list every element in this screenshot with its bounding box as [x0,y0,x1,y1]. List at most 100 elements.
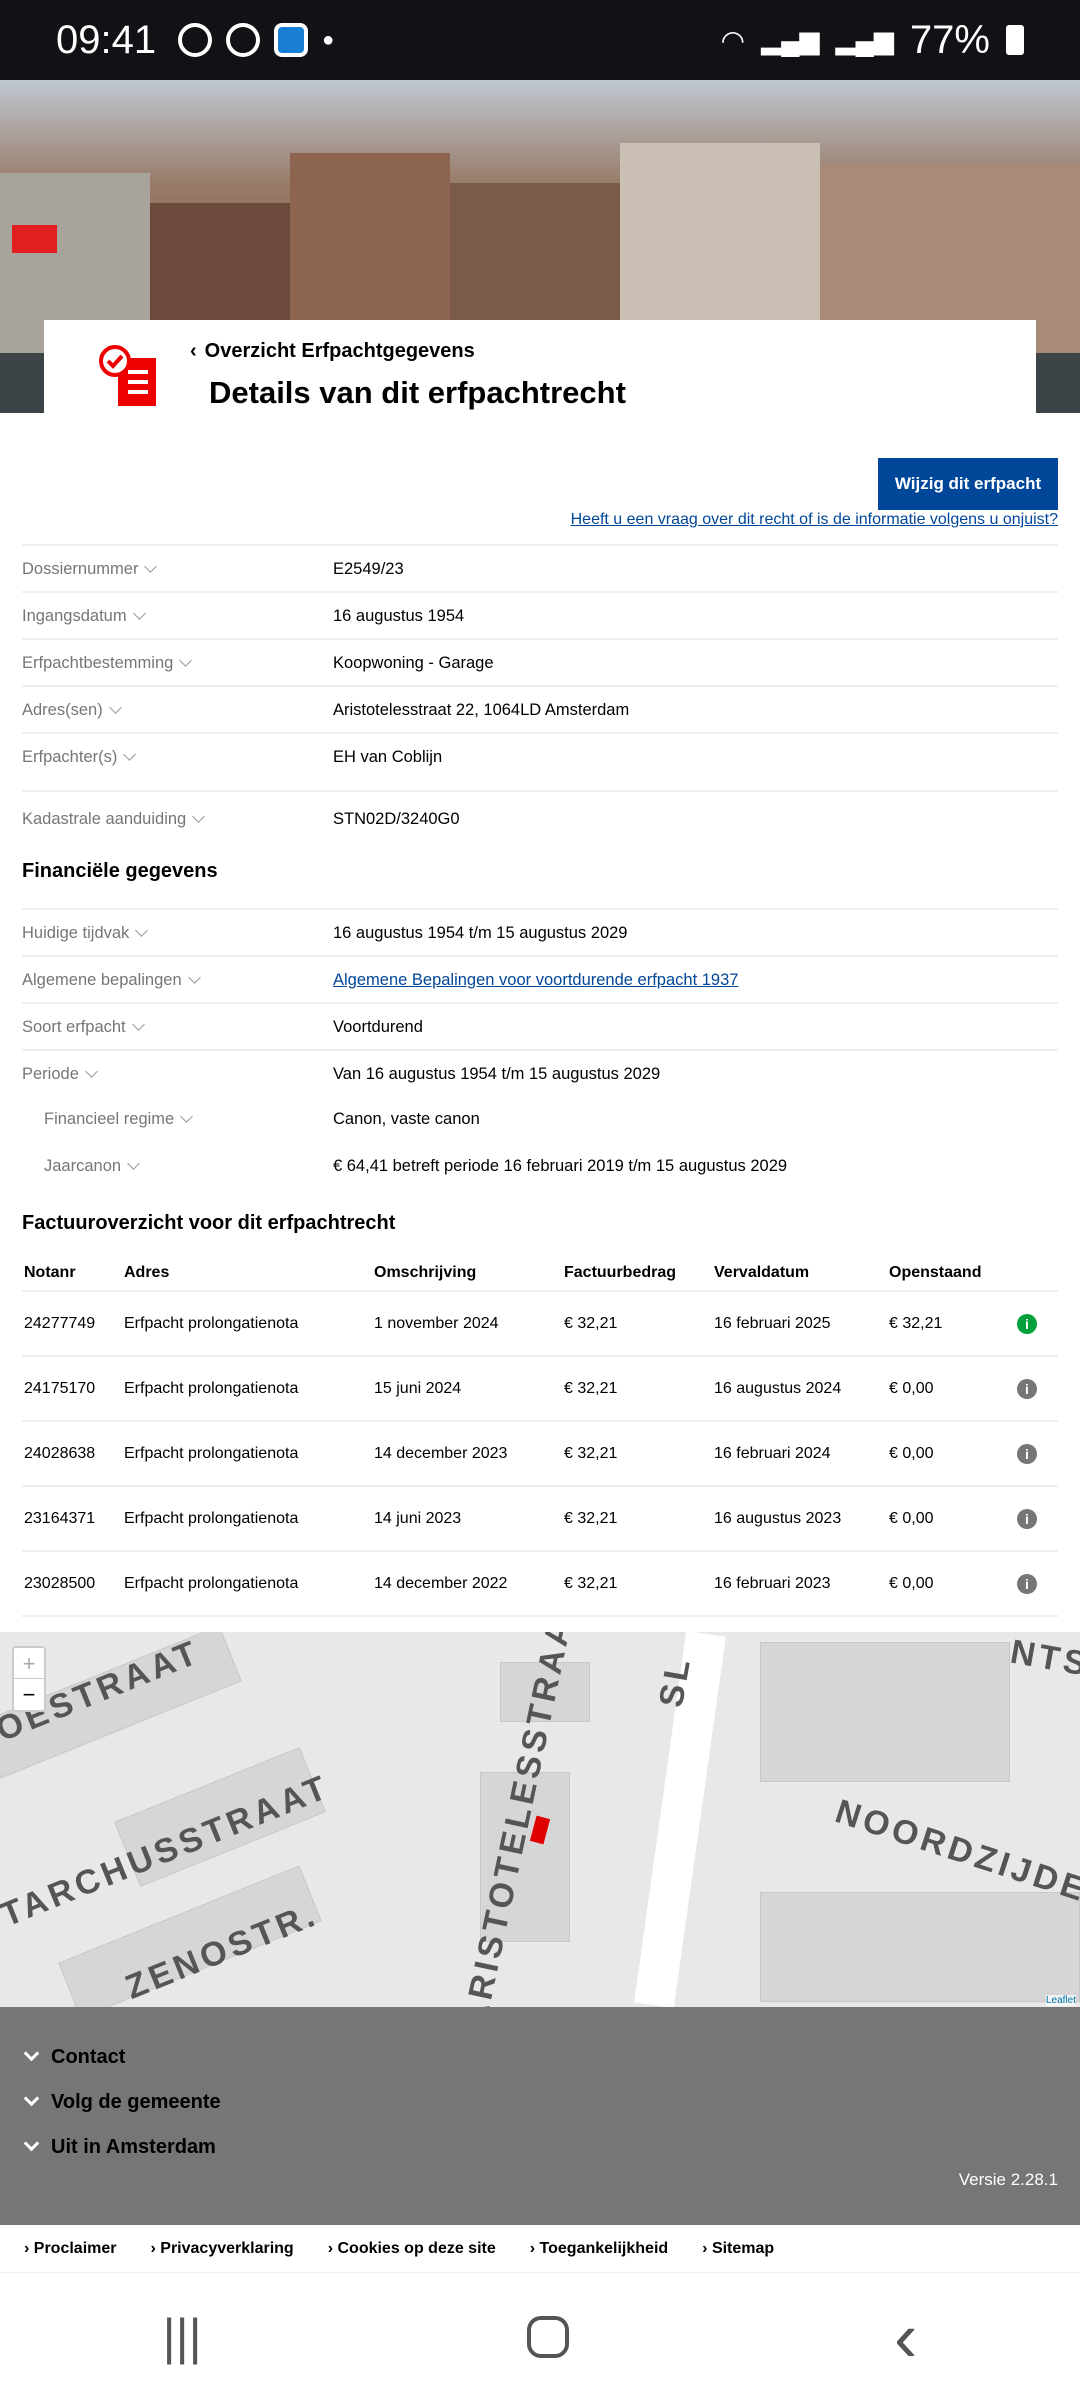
detail-row: Kadastrale aanduiding STN02D/3240G0 [22,790,1058,840]
table-cell: 15 juni 2024 [372,1356,562,1422]
zoom-in-button[interactable]: + [14,1648,44,1679]
info-icon[interactable]: i [1017,1443,1037,1464]
general-provisions-link[interactable]: Algemene Bepalingen voor voortdurende er… [333,971,738,990]
table-cell: Erfpacht prolongatienota [122,1551,372,1617]
chevron-down-icon [179,654,193,667]
table-cell: Erfpacht prolongatienota [122,1421,372,1487]
column-header: Openstaand [887,1256,1015,1292]
info-icon[interactable]: i [1017,1313,1037,1334]
map[interactable]: OESTRAAT TARCHUSSTRAAT ZENOSTR. ARISTOTE… [0,1632,1080,2007]
info-icon[interactable]: i [1017,1378,1037,1399]
chevron-down-icon [23,2135,40,2152]
detail-value: 16 augustus 1954 [333,607,465,625]
chevron-left-icon: ‹ [190,340,197,362]
back-button[interactable]: ‹ [894,2297,917,2377]
financial-label[interactable]: Periode [22,1065,98,1084]
financial-row: Jaarcanon € 64,41 betreft periode 16 febr… [22,1143,1058,1190]
financial-label[interactable]: Algemene bepalingen [22,971,201,990]
zoom-out-button[interactable]: − [14,1679,44,1710]
detail-label[interactable]: Ingangsdatum [22,607,146,626]
cloud-icon [178,23,213,57]
street-label: NTSO [1007,1632,1080,1690]
detail-value: Aristotelesstraat 22, 1064LD Amsterdam [333,701,630,719]
chevron-down-icon [127,1157,140,1170]
column-header-empty [1015,1256,1058,1292]
detail-row: Dossiernummer E2549/23 [22,544,1058,591]
detail-label[interactable]: Kadastrale aanduiding [22,810,206,829]
detail-label[interactable]: Erfpachter(s) [22,748,137,767]
table-cell: 14 december 2023 [372,1421,562,1487]
financial-value: Voortdurend [333,1018,423,1036]
financial-heading: Financiële gegevens [22,860,218,882]
home-button[interactable] [526,2315,569,2358]
detail-label[interactable]: Erfpachtbestemming [22,654,193,673]
proclaimer-link[interactable]: › Proclaimer [24,2240,117,2258]
dot-icon: ● [322,28,335,51]
table-cell: Erfpacht prolongatienota [122,1486,372,1552]
footer-links: › Proclaimer › Privacyverklaring › Cooki… [0,2225,1080,2273]
invoices-heading: Factuuroverzicht voor dit erfpachtrecht [22,1212,396,1234]
details-list: Dossiernummer E2549/23 Ingangsdatum 16 aug… [22,544,1058,840]
chevron-down-icon [23,2045,40,2062]
table-cell: € 32,21 [562,1421,712,1487]
financial-value: € 64,41 betreft periode 16 februari 2019… [333,1157,788,1175]
battery-icon [1006,25,1024,55]
recent-apps-button[interactable]: ||| [163,2308,202,2366]
table-cell: 16 februari 2025 [712,1291,887,1357]
table-cell: 1 november 2024 [372,1291,562,1357]
table-cell: € 0,00 [887,1486,1015,1552]
table-cell: € 32,21 [562,1551,712,1617]
detail-value: E2549/23 [333,560,404,578]
chevron-down-icon [180,1110,194,1123]
table-cell: 16 februari 2024 [712,1421,887,1487]
privacy-link[interactable]: › Privacyverklaring [151,2240,294,2258]
cookies-link[interactable]: › Cookies op deze site [328,2240,496,2258]
accessibility-link[interactable]: › Toegankelijkheid [530,2240,668,2258]
financial-row: Algemene bepalingen Algemene Bepalingen v… [22,955,1058,1002]
back-label: Overzicht Erfpachtgegevens [204,340,475,362]
table-cell: € 32,21 [562,1486,712,1552]
financial-label[interactable]: Huidige tijdvak [22,924,149,943]
wifi-icon: ◠ [720,24,746,56]
table-cell: 24175170 [22,1356,122,1422]
chevron-down-icon [123,748,137,761]
system-nav-bar: ||| ‹ [0,2273,1080,2400]
info-cell: i [1015,1551,1058,1617]
table-cell: 23164371 [22,1486,122,1552]
info-cell: i [1015,1356,1058,1422]
table-cell: € 32,21 [562,1291,712,1357]
financial-row: Huidige tijdvak 16 augustus 1954 t/m 15 a… [22,908,1058,955]
table-cell: € 0,00 [887,1421,1015,1487]
app-icon [274,23,309,57]
footer-follow[interactable]: Volg de gemeente [23,2090,221,2114]
question-link[interactable]: Heeft u een vraag over dit recht of is d… [571,511,1058,529]
info-icon[interactable]: i [1017,1573,1037,1594]
clock: 09:41 [56,17,157,62]
column-header: Vervaldatum [712,1256,887,1292]
signal-icon: ▂▄▆ [835,24,894,55]
table-cell: 16 augustus 2023 [712,1486,887,1552]
financial-value: 16 augustus 1954 t/m 15 augustus 2029 [333,924,628,942]
table-cell: 16 augustus 2024 [712,1356,887,1422]
column-header: Factuurbedrag [562,1256,712,1292]
chevron-down-icon [131,1018,145,1031]
footer-contact[interactable]: Contact [23,2045,125,2069]
chevron-down-icon [108,701,122,714]
financial-label[interactable]: Financieel regime [44,1110,194,1129]
financial-label[interactable]: Jaarcanon [44,1157,140,1176]
edit-erfpacht-button[interactable]: Wijzig dit erfpacht [878,458,1058,510]
info-icon[interactable]: i [1017,1508,1037,1529]
detail-label[interactable]: Adres(sen) [22,701,122,720]
sitemap-link[interactable]: › Sitemap [702,2240,774,2258]
table-cell: € 0,00 [887,1356,1015,1422]
footer-uit-in-amsterdam[interactable]: Uit in Amsterdam [23,2135,216,2159]
back-link[interactable]: ‹ Overzicht Erfpachtgegevens [190,340,475,363]
table-row: 24028638 Erfpacht prolongatienota 14 decem… [22,1421,1058,1487]
detail-row: Erfpachter(s) EH van Coblijn [22,732,1058,790]
chevron-down-icon [132,607,146,620]
detail-label[interactable]: Dossiernummer [22,560,158,579]
info-cell: i [1015,1486,1058,1552]
column-header: Notanr [22,1256,122,1292]
financial-label[interactable]: Soort erfpacht [22,1018,145,1037]
leaflet-attribution[interactable]: Leaflet [1045,1995,1076,2006]
